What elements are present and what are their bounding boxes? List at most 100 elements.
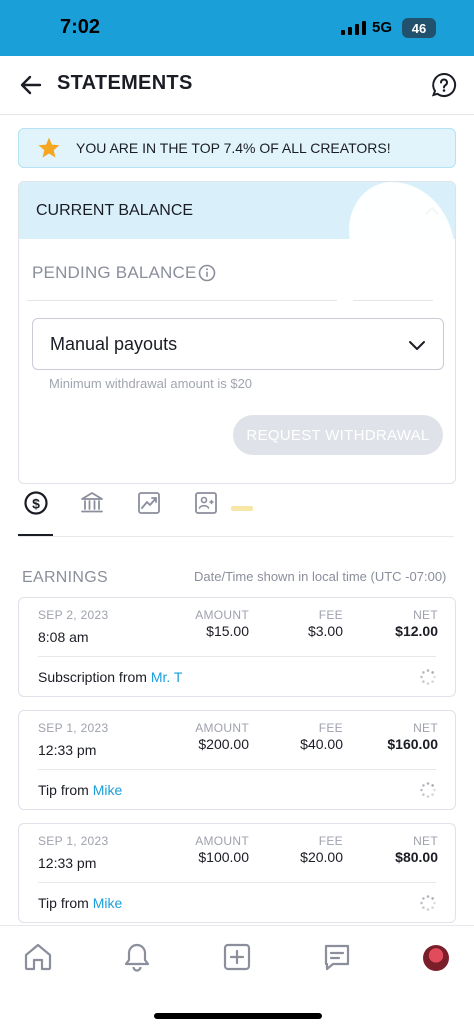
entry-description: Tip from Mike: [38, 782, 122, 798]
entry-description-prefix: Tip from: [38, 782, 93, 798]
spinner-dot: [426, 795, 430, 798]
bank-tab-icon[interactable]: [79, 490, 105, 516]
bell-icon[interactable]: [121, 941, 153, 973]
active-tab-indicator: [18, 534, 53, 536]
fee-value: $3.00: [307, 623, 343, 639]
entry-time: 12:33 pm: [38, 742, 97, 758]
fee-value: $20.00: [300, 849, 343, 865]
spinner-dot: [422, 680, 425, 683]
entry-description: Tip from Mike: [38, 895, 122, 911]
chat-icon[interactable]: [321, 941, 353, 973]
statement-tabs: $: [18, 486, 454, 537]
spinner-dot: [433, 675, 436, 679]
top-creator-banner: YOU ARE IN THE TOP 7.4% OF ALL CREATORS!: [18, 128, 456, 168]
pending-spinner-icon: [420, 895, 436, 911]
spinner-dot: [422, 784, 425, 787]
add-icon[interactable]: [221, 941, 253, 973]
net-value: $160.00: [387, 736, 438, 752]
spinner-dot: [422, 906, 425, 909]
current-balance-label: CURRENT BALANCE: [36, 202, 194, 219]
divider: [27, 300, 337, 301]
star-icon: [38, 137, 60, 158]
banner-text: YOU ARE IN THE TOP 7.4% OF ALL CREATORS!: [76, 140, 391, 156]
status-bar: 7:02 5G 46: [0, 0, 474, 56]
spinner-dot: [426, 682, 430, 685]
battery-icon: 46: [402, 18, 436, 38]
entry-date: SEP 1, 2023: [38, 834, 109, 848]
amount-value: $200.00: [198, 736, 249, 752]
chart-tab-icon[interactable]: [136, 490, 162, 516]
entry-description: Subscription from Mr. T: [38, 669, 182, 685]
entry-description-prefix: Subscription from: [38, 669, 151, 685]
request-withdrawal-button[interactable]: REQUEST WITHDRAWAL: [233, 415, 443, 455]
spinner-dot: [420, 675, 423, 679]
bottom-nav: [0, 925, 474, 1027]
status-time: 7:02: [60, 16, 101, 38]
spinner-dot: [420, 901, 423, 905]
spinner-dot: [433, 901, 436, 905]
net-value: $80.00: [395, 849, 438, 865]
pending-spinner-icon: [420, 782, 436, 798]
home-indicator: [154, 1013, 322, 1019]
tab-highlight-mark: [231, 506, 253, 511]
timezone-note: Date/Time shown in local time (UTC -07:0…: [194, 569, 447, 584]
earnings-item[interactable]: SEP 2, 2023 8:08 am AMOUNT $15.00 FEE $3…: [18, 597, 456, 697]
spinner-dot: [422, 671, 425, 674]
spinner-dot: [422, 793, 425, 796]
spinner-dot: [422, 897, 425, 900]
amount-value: $15.00: [206, 623, 249, 639]
divider: [38, 656, 436, 657]
avatar[interactable]: [423, 945, 449, 971]
earnings-item[interactable]: SEP 1, 2023 12:33 pm AMOUNT $200.00 FEE …: [18, 710, 456, 810]
fee-label: FEE: [318, 608, 343, 622]
amount-label: AMOUNT: [195, 608, 249, 622]
spinner-dot: [426, 908, 430, 911]
earnings-heading: EARNINGS: [22, 569, 108, 586]
spinner-dot: [426, 782, 430, 785]
fee-value: $40.00: [300, 736, 343, 752]
spinner-dot: [431, 784, 434, 787]
spinner-dot: [431, 906, 434, 909]
spinner-dot: [426, 669, 430, 672]
net-label: NET: [413, 721, 438, 735]
help-icon[interactable]: [431, 72, 457, 98]
payout-method-value: Manual payouts: [50, 334, 178, 354]
spinner-dot: [426, 895, 430, 898]
amount-label: AMOUNT: [195, 721, 249, 735]
divider: [353, 300, 433, 301]
home-icon[interactable]: [22, 941, 54, 973]
amount-label: AMOUNT: [195, 834, 249, 848]
entry-date: SEP 2, 2023: [38, 608, 109, 622]
earnings-tab-icon[interactable]: $: [23, 490, 49, 516]
earnings-item[interactable]: SEP 1, 2023 12:33 pm AMOUNT $100.00 FEE …: [18, 823, 456, 923]
payout-method-select[interactable]: Manual payouts: [32, 318, 444, 370]
svg-text:$: $: [32, 495, 40, 511]
spinner-dot: [431, 897, 434, 900]
info-icon[interactable]: [198, 264, 216, 282]
min-withdrawal-hint: Minimum withdrawal amount is $20: [49, 376, 253, 391]
entry-time: 12:33 pm: [38, 855, 97, 871]
net-label: NET: [413, 608, 438, 622]
entry-user-link[interactable]: Mike: [93, 895, 123, 911]
divider: [38, 882, 436, 883]
page-title: STATEMENTS: [57, 72, 193, 94]
balance-card: CURRENT BALANCE PENDING BALANCE Manual p…: [18, 181, 456, 484]
entry-user-link[interactable]: Mike: [93, 782, 123, 798]
pending-balance-label: PENDING BALANCE: [32, 263, 197, 282]
net-value: $12.00: [395, 623, 438, 639]
chevron-down-icon: [409, 341, 425, 350]
top-bar: STATEMENTS: [0, 56, 474, 115]
network-label: 5G: [372, 19, 393, 36]
entry-user-link[interactable]: Mr. T: [151, 669, 183, 685]
fee-label: FEE: [318, 834, 343, 848]
spinner-dot: [431, 793, 434, 796]
statement-tab-icon[interactable]: [193, 490, 219, 516]
spinner-dot: [431, 671, 434, 674]
back-arrow-icon[interactable]: [18, 72, 44, 98]
fee-label: FEE: [318, 721, 343, 735]
entry-time: 8:08 am: [38, 629, 89, 645]
entry-date: SEP 1, 2023: [38, 721, 109, 735]
amount-value: $100.00: [198, 849, 249, 865]
spinner-dot: [431, 680, 434, 683]
entry-description-prefix: Tip from: [38, 895, 93, 911]
